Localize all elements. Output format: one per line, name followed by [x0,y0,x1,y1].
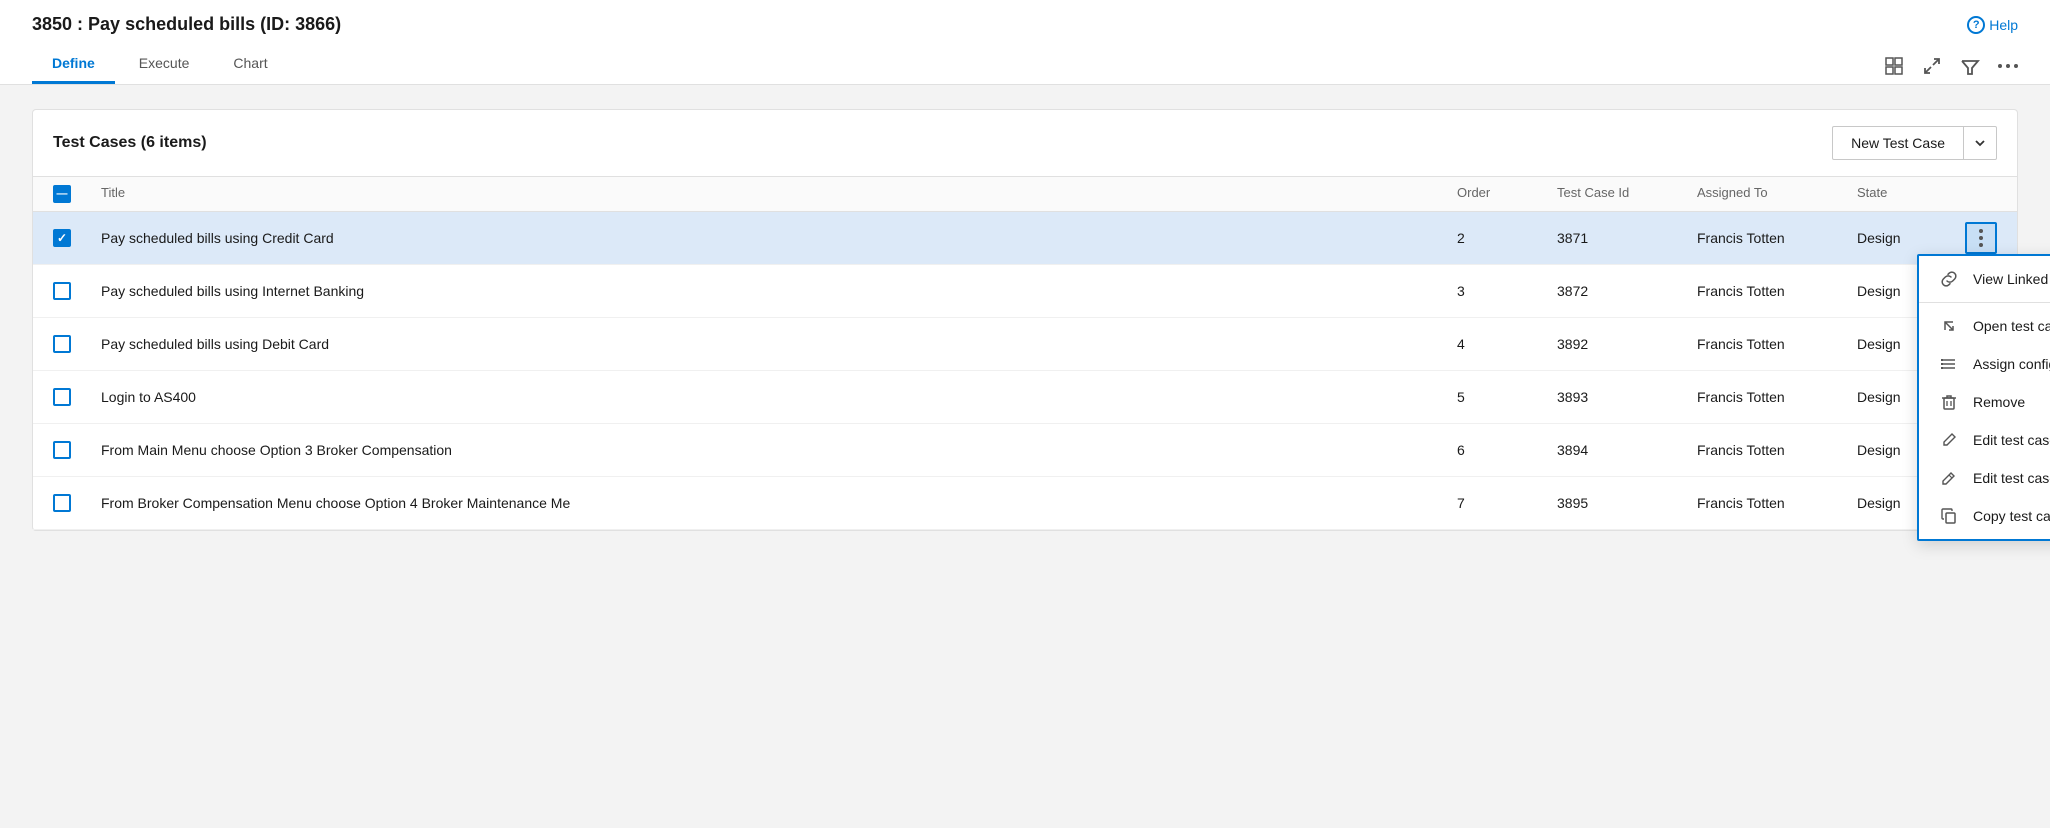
tab-define[interactable]: Define [32,45,115,84]
copy-icon [1939,507,1959,525]
pencil-icon [1939,469,1959,487]
row-order-4: 5 [1457,389,1557,405]
help-label: Help [1989,17,2018,33]
row-test-case-id-6: 3895 [1557,495,1697,511]
table-row: Pay scheduled bills using Debit Card 4 3… [33,318,2017,371]
context-menu: View Linked Items Open test case [1917,254,2050,541]
context-menu-item-remove[interactable]: Remove [1919,383,2050,421]
context-menu-label-open: Open test case [1973,318,2050,334]
row-assigned-to-2: Francis Totten [1697,283,1857,299]
table-row: Pay scheduled bills using Credit Card 2 … [33,212,2017,265]
context-menu-separator-1 [1919,302,2050,303]
row-test-case-id-2: 3872 [1557,283,1697,299]
context-menu-label-remove: Remove [1973,394,2025,410]
col-header-state: State [1857,185,1957,203]
row-title-2: Pay scheduled bills using Internet Banki… [101,283,1457,299]
context-menu-item-edit[interactable]: Edit test case(s) [1919,459,2050,497]
panel-header: Test Cases (6 items) New Test Case [33,110,2017,177]
help-link[interactable]: ? Help [1967,16,2018,34]
trash-icon [1939,393,1959,411]
more-options-icon[interactable] [1998,64,2018,68]
row-test-case-id-4: 3893 [1557,389,1697,405]
row-order-3: 4 [1457,336,1557,352]
help-icon: ? [1967,16,1985,34]
menu-dots-1 [1979,229,1983,247]
select-all-checkbox[interactable] [53,185,71,203]
page-title: 3850 : Pay scheduled bills (ID: 3866) [32,14,341,35]
grid-view-icon[interactable] [1884,56,1904,76]
row-checkbox-6[interactable] [53,494,71,512]
row-title-3: Pay scheduled bills using Debit Card [101,336,1457,352]
row-order-2: 3 [1457,283,1557,299]
row-test-case-id-5: 3894 [1557,442,1697,458]
test-cases-panel: Test Cases (6 items) New Test Case Title… [32,109,2018,531]
row-test-case-id-1: 3871 [1557,230,1697,246]
row-assigned-to-4: Francis Totten [1697,389,1857,405]
row-order-1: 2 [1457,230,1557,246]
context-menu-item-view-linked[interactable]: View Linked Items [1919,260,2050,298]
col-header-title: Title [101,185,1457,203]
row-title-1: Pay scheduled bills using Credit Card [101,230,1457,246]
top-bar: 3850 : Pay scheduled bills (ID: 3866) ? … [0,0,2050,85]
new-test-case-btn-group: New Test Case [1832,126,1997,160]
main-content: Test Cases (6 items) New Test Case Title… [0,85,2050,785]
row-title-6: From Broker Compensation Menu choose Opt… [101,495,1457,511]
col-header-order: Order [1457,185,1557,203]
tab-chart[interactable]: Chart [213,45,287,84]
list-icon [1939,355,1959,373]
dot2 [2006,64,2010,68]
table-row: From Broker Compensation Menu choose Opt… [33,477,2017,530]
row-checkbox-2[interactable] [53,282,71,300]
link-icon [1939,270,1959,288]
title-row: 3850 : Pay scheduled bills (ID: 3866) ? … [32,14,2018,45]
context-menu-item-assign-config[interactable]: Assign configuration [1919,345,2050,383]
context-menu-label-edit: Edit test case(s) [1973,470,2050,486]
context-menu-item-open[interactable]: Open test case [1919,307,2050,345]
col-header-test-case-id: Test Case Id [1557,185,1697,203]
col-header-actions [1957,185,1997,203]
col-header-assigned-to: Assigned To [1697,185,1857,203]
context-menu-label-view-linked: View Linked Items [1973,271,2050,287]
tabs: Define Execute Chart [32,45,292,84]
pencil-grid-icon [1939,431,1959,449]
table-header: Title Order Test Case Id Assigned To Sta… [33,177,2017,212]
row-title-5: From Main Menu choose Option 3 Broker Co… [101,442,1457,458]
row-checkbox-5[interactable] [53,441,71,459]
context-menu-item-copy[interactable]: Copy test case(s) [1919,497,2050,535]
toolbar-icons [1884,56,2018,84]
context-menu-label-copy: Copy test case(s) [1973,508,2050,524]
context-menu-label-assign-config: Assign configuration [1973,356,2050,372]
dot1 [1998,64,2002,68]
table-row: Pay scheduled bills using Internet Banki… [33,265,2017,318]
panel-title: Test Cases (6 items) [53,134,207,152]
row-order-6: 7 [1457,495,1557,511]
tab-execute[interactable]: Execute [119,45,210,84]
vertical-dots [1998,64,2018,68]
row-assigned-to-1: Francis Totten [1697,230,1857,246]
row-order-5: 6 [1457,442,1557,458]
new-test-case-dropdown-button[interactable] [1964,126,1997,160]
tabs-row: Define Execute Chart [32,45,2018,84]
row-assigned-to-5: Francis Totten [1697,442,1857,458]
row-assigned-to-6: Francis Totten [1697,495,1857,511]
dot3 [2014,64,2018,68]
row-state-1: Design [1857,230,1957,246]
context-menu-label-edit-grid: Edit test case(s) in grid [1973,432,2050,448]
row-checkbox-3[interactable] [53,335,71,353]
expand-icon[interactable] [1922,56,1942,76]
filter-icon[interactable] [1960,56,1980,76]
row-checkbox-1[interactable] [53,229,71,247]
table-row: From Main Menu choose Option 3 Broker Co… [33,424,2017,477]
table-row: Login to AS400 5 3893 Francis Totten Des… [33,371,2017,424]
row-checkbox-4[interactable] [53,388,71,406]
row-test-case-id-3: 3892 [1557,336,1697,352]
new-test-case-button[interactable]: New Test Case [1832,126,1964,160]
row-assigned-to-3: Francis Totten [1697,336,1857,352]
row-menu-button-1[interactable] [1965,222,1997,254]
open-icon [1939,317,1959,335]
row-title-4: Login to AS400 [101,389,1457,405]
row-actions-1: View Linked Items Open test case [1957,222,1997,254]
context-menu-item-edit-grid[interactable]: Edit test case(s) in grid [1919,421,2050,459]
